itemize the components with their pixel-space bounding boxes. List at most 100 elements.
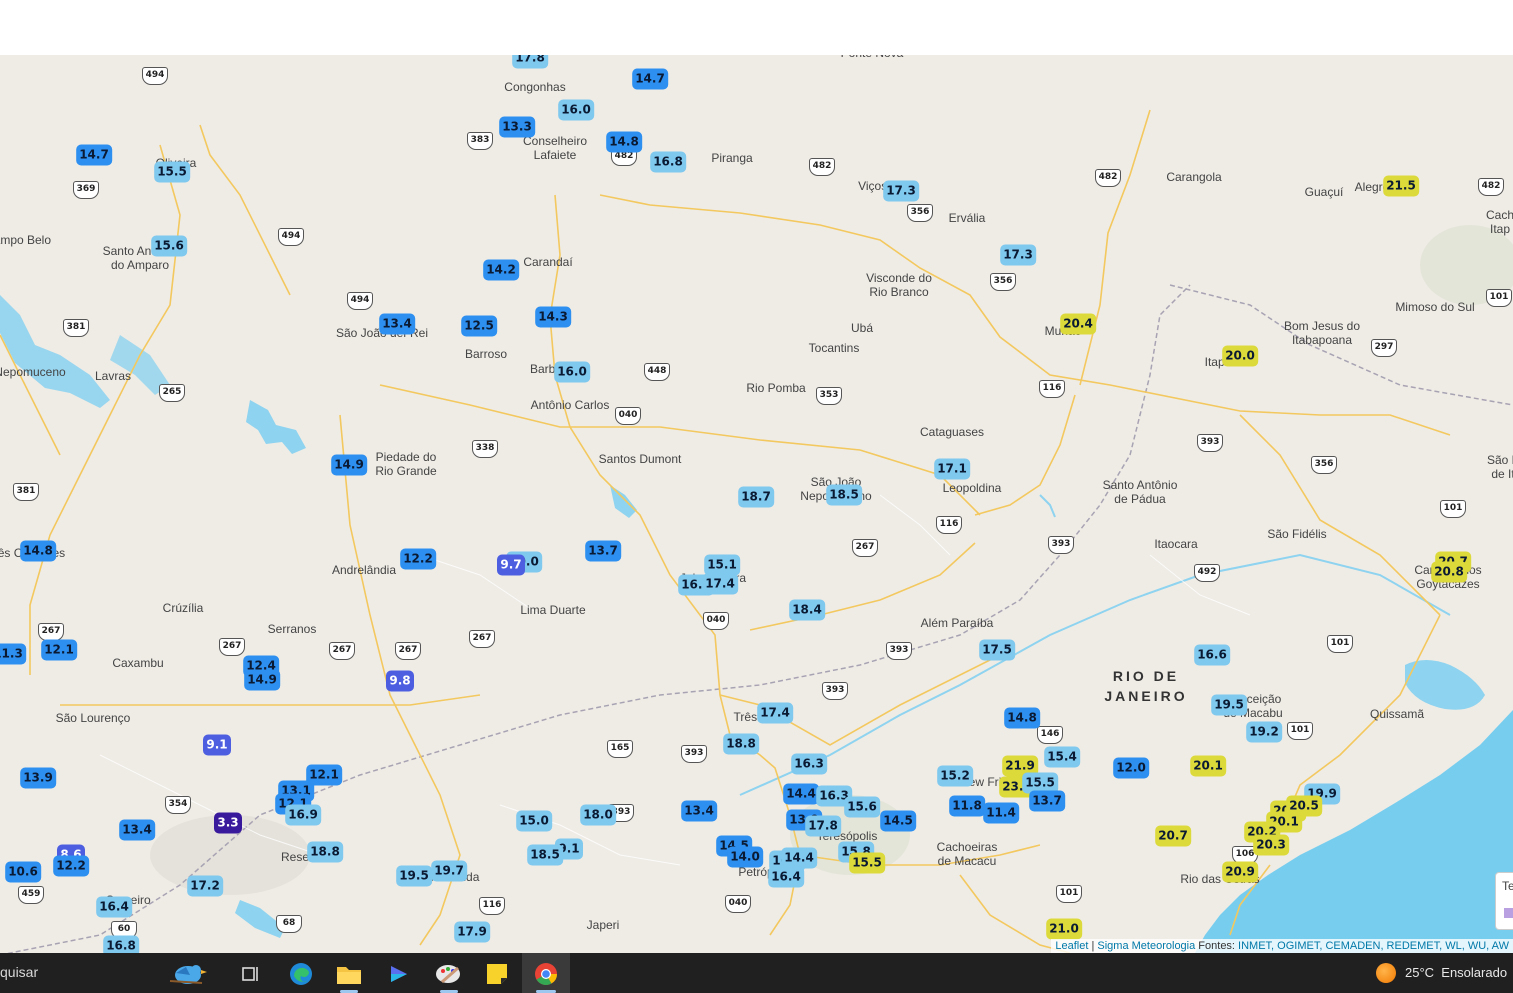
task-view-icon[interactable] [236,959,266,989]
temperature-marker[interactable]: 12.0 [1113,757,1149,779]
temperature-marker[interactable]: 21.5 [1383,175,1419,197]
temperature-marker[interactable]: 13.7 [1029,790,1065,812]
temperature-marker[interactable]: 12.2 [400,548,436,570]
temperature-marker[interactable]: 16.8 [103,935,139,953]
city-label: Piedade do Rio Grande [375,450,437,478]
temperature-marker[interactable]: 17.9 [454,921,490,943]
sunny-weather-icon[interactable] [1376,963,1396,983]
temperature-marker[interactable]: 18.7 [738,486,774,508]
temperature-marker[interactable]: 16.3 [791,753,827,775]
chrome-icon[interactable] [531,959,561,989]
highway-shield: 494 [278,228,304,246]
temperature-marker[interactable]: 15.0 [516,810,552,832]
temperature-marker[interactable]: 17.3 [1000,244,1036,266]
temperature-marker[interactable]: 20.9 [1222,861,1258,883]
temperature-marker[interactable]: 18.4 [789,599,825,621]
temperature-marker[interactable]: 18.8 [307,841,343,863]
temperature-marker[interactable]: 11.8 [949,795,985,817]
temperature-marker[interactable]: 15.6 [844,796,880,818]
temperature-marker[interactable]: 15.1 [704,554,740,576]
temperature-marker[interactable]: 18.0 [580,804,616,826]
temperature-marker[interactable]: 15.2 [937,765,973,787]
temperature-marker[interactable]: 14.7 [632,68,668,90]
temperature-marker[interactable]: 11.3 [0,643,26,665]
temperature-marker[interactable]: 14.9 [331,454,367,476]
temperature-marker[interactable]: 16.8 [650,151,686,173]
temperature-marker[interactable]: 16.9 [285,804,321,826]
temperature-marker[interactable]: 18.5 [826,484,862,506]
temperature-marker[interactable]: 17.1 [934,458,970,480]
temperature-marker[interactable]: 12.5 [461,315,497,337]
edge-icon[interactable] [286,959,316,989]
temperature-marker[interactable]: 14.4 [783,783,819,805]
temperature-marker[interactable]: 14.9 [244,669,280,691]
temperature-marker[interactable]: 20.7 [1155,825,1191,847]
temperature-marker[interactable]: 14.4 [781,847,817,869]
temperature-marker[interactable]: 12.1 [41,639,77,661]
temperature-marker[interactable]: 19.5 [1211,694,1247,716]
copilot-icon[interactable] [384,959,414,989]
temperature-marker[interactable]: 14.8 [606,131,642,153]
temperature-marker[interactable]: 13.4 [379,313,415,335]
temperature-marker[interactable]: 13.7 [585,540,621,562]
temperature-marker[interactable]: 17.8 [512,55,548,69]
temperature-marker[interactable]: 17.5 [979,639,1015,661]
temperature-marker[interactable]: 14.0 [727,846,763,868]
temperature-marker[interactable]: 20.3 [1253,834,1289,856]
temperature-marker[interactable]: 20.1 [1190,755,1226,777]
temperature-marker[interactable]: 16.4 [96,896,132,918]
temperature-marker[interactable]: 18.5 [527,844,563,866]
temperature-marker[interactable]: 20.8 [1431,561,1467,583]
taskbar-search[interactable]: quisar [0,964,38,980]
bird-widget-icon[interactable] [160,959,210,989]
temperature-marker[interactable]: 19.5 [396,865,432,887]
paint-icon[interactable] [433,959,463,989]
temperature-marker[interactable]: 17.3 [883,180,919,202]
weather-widget[interactable]: 25°C Ensolarado [1405,965,1507,980]
temperature-marker[interactable]: 18.8 [723,733,759,755]
temperature-marker[interactable]: 16.4 [768,866,804,888]
highway-shield: 356 [990,273,1016,291]
temperature-marker[interactable]: 20.4 [1060,313,1096,335]
temperature-marker[interactable]: 9.7 [497,554,525,576]
temperature-marker[interactable]: 17.4 [757,702,793,724]
temperature-marker[interactable]: 13.3 [499,116,535,138]
highway-shield: 494 [347,292,373,310]
temperature-marker[interactable]: 14.5 [880,810,916,832]
temperature-marker[interactable]: 15.4 [1044,746,1080,768]
temperature-marker[interactable]: 11.4 [983,802,1019,824]
temperature-marker[interactable]: 17.4 [702,573,738,595]
temperature-marker[interactable]: 17.8 [805,815,841,837]
sources-link[interactable]: INMET, OGIMET, CEMADEN, REDEMET, WL, WU,… [1238,940,1509,952]
weather-map[interactable]: Congonhas Conselheiro Lafaiete Piranga Viço… [0,55,1513,953]
temperature-marker[interactable]: 14.3 [535,306,571,328]
temperature-marker[interactable]: 17.2 [187,875,223,897]
file-explorer-icon[interactable] [334,959,364,989]
leaflet-link[interactable]: Leaflet [1055,940,1088,952]
temperature-marker[interactable]: 9.8 [386,670,414,692]
temperature-marker[interactable]: 14.8 [20,540,56,562]
legend-panel[interactable]: Te [1495,872,1513,930]
temperature-marker[interactable]: 15.6 [151,235,187,257]
temperature-marker[interactable]: 20.0 [1222,345,1258,367]
temperature-marker[interactable]: 13.4 [681,800,717,822]
temperature-marker[interactable]: 19.7 [431,860,467,882]
temperature-marker[interactable]: 14.7 [76,144,112,166]
temperature-marker[interactable]: 13.9 [20,767,56,789]
temperature-marker[interactable]: 3.3 [214,812,242,834]
temperature-marker[interactable]: 12.2 [53,855,89,877]
temperature-marker[interactable]: 10.6 [5,861,41,883]
temperature-marker[interactable]: 15.5 [154,161,190,183]
temperature-marker[interactable]: 16.0 [554,361,590,383]
sticky-notes-icon[interactable] [482,959,512,989]
temperature-marker[interactable]: 15.5 [849,852,885,874]
temperature-marker[interactable]: 16.0 [558,99,594,121]
temperature-marker[interactable]: 14.2 [483,259,519,281]
temperature-marker[interactable]: 14.8 [1004,707,1040,729]
temperature-marker[interactable]: 19.2 [1246,721,1282,743]
temperature-marker[interactable]: 16.6 [1194,644,1230,666]
temperature-marker[interactable]: 9.1 [203,734,231,756]
temperature-marker[interactable]: 13.4 [119,819,155,841]
sigma-link[interactable]: Sigma Meteorologia [1097,940,1195,952]
temperature-marker[interactable]: 21.0 [1046,918,1082,940]
